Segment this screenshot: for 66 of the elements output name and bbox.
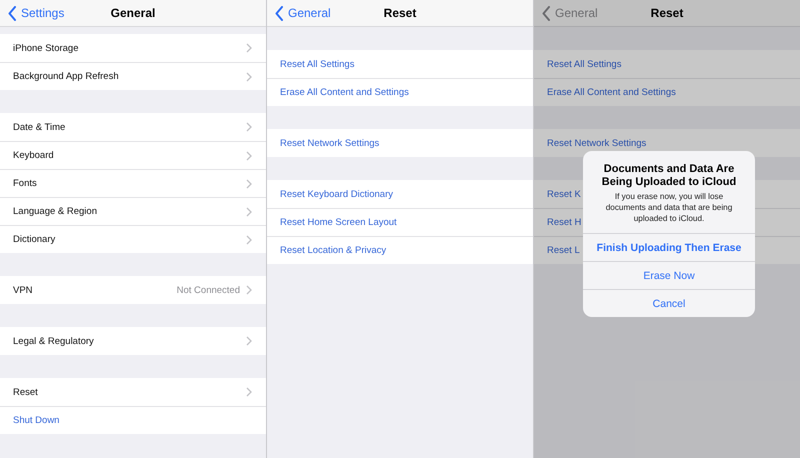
settings-row[interactable]: Reset All Settings <box>267 50 533 78</box>
chevron-right-icon <box>246 43 252 53</box>
nav-title: Reset <box>650 6 684 20</box>
chevron-right-icon <box>246 285 252 295</box>
chevron-right-icon <box>246 150 252 160</box>
settings-row[interactable]: Reset Home Screen Layout <box>267 208 533 236</box>
chevron-right-icon <box>246 234 252 244</box>
settings-row[interactable]: Background App Refresh <box>0 62 266 90</box>
row-label: Shut Down <box>13 415 60 426</box>
back-button[interactable]: Settings <box>0 6 64 20</box>
row-label: Reset Home Screen Layout <box>280 217 397 228</box>
settings-row[interactable]: Keyboard <box>0 141 266 169</box>
chevron-left-icon <box>8 6 17 20</box>
row-value: Not Connected <box>176 284 240 296</box>
alert-message: If you erase now, you will lose documents and data that are being uploaded to iCloud. <box>604 192 734 225</box>
settings-row[interactable]: Dictionary <box>0 225 266 253</box>
settings-row[interactable]: VPN Not Connected <box>0 276 266 304</box>
row-label: Keyboard <box>13 150 54 161</box>
alert-button[interactable]: Finish Uploading Then Erase <box>583 233 755 262</box>
chevron-right-icon <box>246 206 252 216</box>
settings-row[interactable]: Reset All Settings <box>534 50 800 78</box>
back-button[interactable]: General <box>267 6 331 20</box>
row-label: Reset L <box>547 245 580 256</box>
nav-title: Reset <box>384 6 416 20</box>
settings-row[interactable]: Reset Location & Privacy <box>267 236 533 264</box>
row-label: Reset All Settings <box>547 58 622 70</box>
chevron-right-icon <box>246 122 252 132</box>
row-label: iPhone Storage <box>13 42 78 54</box>
settings-row[interactable]: Reset Keyboard Dictionary <box>267 180 533 208</box>
row-label: VPN <box>13 284 33 296</box>
settings-row[interactable]: Date & Time <box>0 113 266 141</box>
chevron-right-icon <box>246 178 252 188</box>
row-label: Language & Region <box>13 206 97 217</box>
row-label: Legal & Regulatory <box>13 336 94 346</box>
chevron-left-icon <box>275 6 284 20</box>
settings-row[interactable]: Reset Network Settings <box>267 129 533 157</box>
settings-row[interactable]: iPhone Storage <box>0 34 266 62</box>
row-label: Reset All Settings <box>280 58 354 70</box>
settings-row[interactable]: Erase All Content and Settings <box>267 78 533 106</box>
row-label: Reset Location & Privacy <box>280 245 386 256</box>
row-label: Reset <box>13 386 38 398</box>
row-label: Background App Refresh <box>13 71 119 82</box>
chevron-right-icon <box>246 72 252 82</box>
row-label: Erase All Content and Settings <box>547 87 676 98</box>
alert-button[interactable]: Erase Now <box>583 261 755 290</box>
chevron-right-icon <box>246 387 252 397</box>
nav-title: General <box>110 6 156 20</box>
row-label: Erase All Content and Settings <box>280 87 409 98</box>
settings-row[interactable]: Legal & Regulatory <box>0 327 266 355</box>
chevron-left-icon <box>542 6 551 20</box>
row-label: Reset H <box>547 217 582 228</box>
settings-row[interactable]: Reset <box>0 378 266 406</box>
settings-row[interactable]: Fonts <box>0 169 266 197</box>
alert-title: Documents and Data Are Being Uploaded to iCloud <box>600 162 738 190</box>
settings-row[interactable]: Shut Down <box>0 406 266 434</box>
row-label: Dictionary <box>13 234 56 245</box>
row-label: Fonts <box>13 178 37 189</box>
alert-button[interactable]: Cancel <box>583 289 755 318</box>
settings-row[interactable]: Erase All Content and Settings <box>534 78 800 106</box>
row-label: Reset Network Settings <box>547 138 646 148</box>
chevron-right-icon <box>246 336 252 346</box>
row-label: Reset Network Settings <box>280 138 380 148</box>
settings-row[interactable]: Language & Region <box>0 197 266 225</box>
row-label: Reset Keyboard Dictionary <box>280 188 393 200</box>
back-button[interactable]: General <box>534 6 598 20</box>
row-label: Date & Time <box>13 122 66 132</box>
